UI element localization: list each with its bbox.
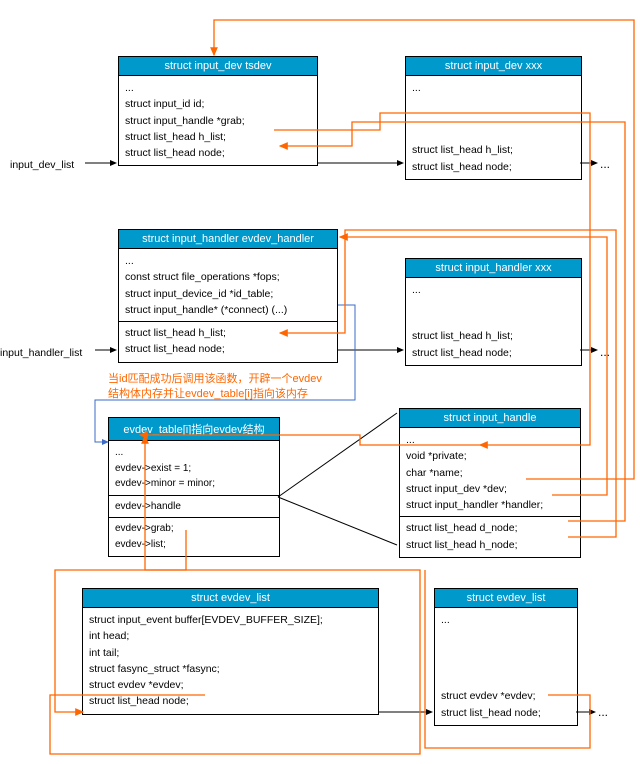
- input-dev-list-label: input_dev_list: [10, 159, 74, 171]
- note-line: 结构体内存并让evdev_table[i]指向该内存: [108, 387, 322, 402]
- ellipsis: ...: [600, 157, 610, 171]
- box-dev-xxx-body: ... struct list_head h_list; struct list…: [406, 76, 581, 179]
- member: struct input_event buffer[EVDEV_BUFFER_S…: [89, 612, 372, 628]
- box-evdev-handler-body: ... const struct file_operations *fops; …: [119, 249, 337, 362]
- member: evdev->handle: [115, 499, 273, 515]
- box-evdev-table-title: evdev_table[i]指向evdev结构: [109, 418, 279, 441]
- box-tsdev: struct input_dev tsdev ... struct input_…: [118, 56, 318, 166]
- member: struct list_head node;: [125, 145, 311, 161]
- note-cn: 当id匹配成功后调用该函数，开辟一个evdev 结构体内存并让evdev_tab…: [108, 372, 322, 403]
- member: int head;: [89, 628, 372, 644]
- box-tsdev-title: struct input_dev tsdev: [119, 57, 317, 76]
- member: struct input_dev *dev;: [406, 481, 574, 497]
- member: struct list_head h_list;: [412, 328, 575, 344]
- box-evdev-list-2-body: ... struct evdev *evdev; struct list_hea…: [435, 608, 577, 725]
- member: evdev->grab;: [115, 521, 273, 537]
- note-line: 当id匹配成功后调用该函数，开辟一个evdev: [108, 372, 322, 387]
- member: struct list_head node;: [412, 159, 575, 175]
- member: struct fasync_struct *fasync;: [89, 661, 372, 677]
- box-evdev-table: evdev_table[i]指向evdev结构 ... evdev->exist…: [108, 417, 280, 557]
- member: struct list_head node;: [89, 693, 372, 709]
- member: ...: [125, 253, 331, 269]
- member: evdev->list;: [115, 537, 273, 553]
- box-evdev-handler: struct input_handler evdev_handler ... c…: [118, 229, 338, 363]
- member: int tail;: [89, 645, 372, 661]
- member: struct evdev *evdev;: [89, 677, 372, 693]
- box-evdev-table-body: ... evdev->exist = 1; evdev->minor = min…: [109, 441, 279, 556]
- member: ...: [412, 80, 575, 96]
- member: evdev->minor = minor;: [115, 476, 273, 492]
- member: ...: [406, 432, 574, 448]
- box-evdev-list-1-title: struct evdev_list: [83, 589, 378, 608]
- ellipsis: ...: [600, 345, 610, 359]
- member: evdev->exist = 1;: [115, 461, 273, 477]
- member: struct list_head node;: [412, 345, 575, 361]
- box-handler-xxx-body: ... struct list_head h_list; struct list…: [406, 278, 581, 365]
- member: struct list_head h_list;: [125, 325, 331, 341]
- box-handler-xxx: struct input_handler xxx ... struct list…: [405, 258, 582, 366]
- box-evdev-list-1: struct evdev_list struct input_event buf…: [82, 588, 379, 715]
- member: ...: [412, 282, 575, 298]
- member: struct input_handle* (*connect) (...): [125, 302, 331, 318]
- member: struct input_id id;: [125, 96, 311, 112]
- member: struct input_device_id *id_table;: [125, 286, 331, 302]
- member: const struct file_operations *fops;: [125, 269, 331, 285]
- box-input-handle-title: struct input_handle: [400, 409, 580, 428]
- member: struct list_head d_node;: [406, 520, 574, 536]
- box-tsdev-body: ... struct input_id id; struct input_han…: [119, 76, 317, 165]
- member: struct input_handler *handler;: [406, 497, 574, 513]
- box-evdev-list-1-body: struct input_event buffer[EVDEV_BUFFER_S…: [83, 608, 378, 714]
- member: struct list_head h_list;: [125, 129, 311, 145]
- member: struct list_head h_node;: [406, 537, 574, 553]
- box-handler-xxx-title: struct input_handler xxx: [406, 259, 581, 278]
- member: void *private;: [406, 448, 574, 464]
- box-evdev-handler-title: struct input_handler evdev_handler: [119, 230, 337, 249]
- box-dev-xxx-title: struct input_dev xxx: [406, 57, 581, 76]
- member: ...: [125, 80, 311, 96]
- member: ...: [441, 612, 571, 628]
- box-dev-xxx: struct input_dev xxx ... struct list_hea…: [405, 56, 582, 180]
- box-evdev-list-2: struct evdev_list ... struct evdev *evde…: [434, 588, 578, 726]
- member: struct list_head node;: [441, 705, 571, 721]
- member: struct evdev *evdev;: [441, 688, 571, 704]
- member: struct list_head h_list;: [412, 142, 575, 158]
- member: char *name;: [406, 465, 574, 481]
- box-input-handle-body: ... void *private; char *name; struct in…: [400, 428, 580, 557]
- box-evdev-list-2-title: struct evdev_list: [435, 589, 577, 608]
- member: struct input_handle *grab;: [125, 113, 311, 129]
- member: struct list_head node;: [125, 341, 331, 357]
- ellipsis: ...: [598, 705, 608, 719]
- input-handler-list-label: input_handler_list: [0, 347, 82, 359]
- box-input-handle: struct input_handle ... void *private; c…: [399, 408, 581, 558]
- member: ...: [115, 445, 273, 461]
